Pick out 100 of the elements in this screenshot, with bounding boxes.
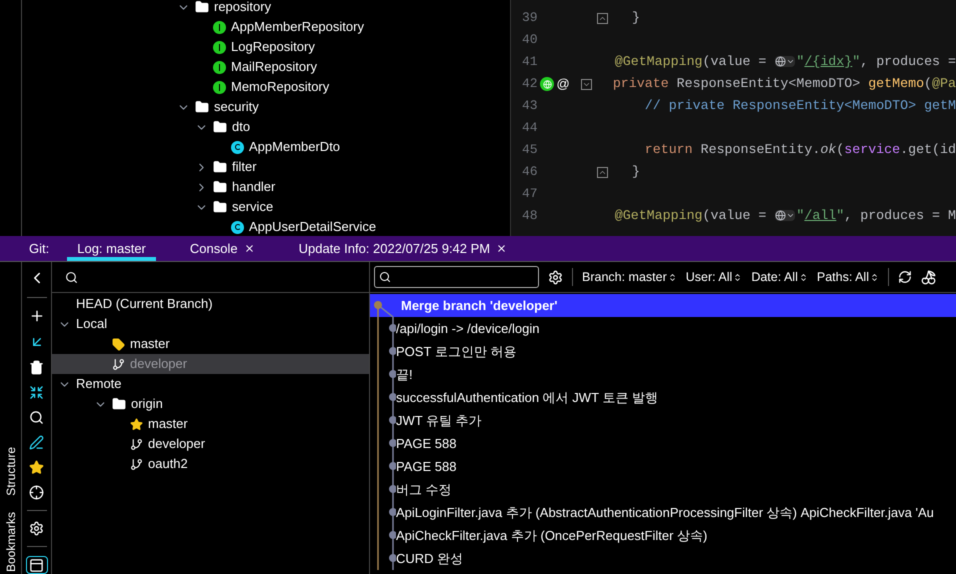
commit-row[interactable]: ApiCheckFilter.java 추가 (OncePerRequestFilter 상속) bbox=[370, 524, 956, 547]
line-number: 39 bbox=[521, 9, 539, 28]
code-line: @GetMapping(value = "/{idx}", produces = bbox=[614, 53, 956, 72]
line-number: 48 bbox=[521, 207, 539, 226]
class-icon bbox=[231, 140, 244, 154]
branch-icon bbox=[130, 458, 143, 470]
star-icon bbox=[130, 418, 143, 430]
filter-dropdown[interactable]: Date: All bbox=[751, 268, 808, 286]
line-number: 47 bbox=[521, 185, 539, 204]
branch-row[interactable]: oauth2 bbox=[52, 454, 369, 474]
commit-row[interactable]: POST 로그인만 허용 bbox=[370, 340, 956, 363]
package-folder-icon bbox=[195, 100, 209, 114]
fold-icon[interactable] bbox=[596, 166, 608, 178]
tab[interactable]: Console bbox=[180, 236, 265, 261]
commit-row[interactable]: PAGE 588 bbox=[370, 455, 956, 478]
globe-icon[interactable] bbox=[775, 210, 796, 222]
commit-row[interactable]: /api/login -> /device/login bbox=[370, 317, 956, 340]
tool-window-label: Git: bbox=[29, 240, 50, 258]
filter-dropdown[interactable]: Branch: master bbox=[582, 268, 677, 286]
add-icon[interactable] bbox=[28, 308, 44, 324]
tree-item[interactable]: MemoRepository bbox=[231, 77, 330, 97]
class-icon bbox=[231, 220, 244, 234]
line-number: 44 bbox=[521, 119, 539, 138]
settings-icon[interactable] bbox=[548, 270, 563, 284]
line-number: 42 bbox=[521, 75, 539, 94]
tree-item[interactable]: repository bbox=[214, 0, 272, 17]
code-line: @GetMapping(value = "/all", produces = M bbox=[614, 207, 956, 226]
tree-item[interactable]: AppUserDetailService bbox=[249, 217, 376, 236]
commit-row[interactable]: JWT 유틸 추가 bbox=[370, 409, 956, 432]
side-stripe-tab[interactable]: Bookmarks bbox=[4, 512, 18, 572]
branch-icon bbox=[130, 438, 143, 450]
interface-icon bbox=[213, 20, 226, 34]
branch-row[interactable]: Remote bbox=[52, 374, 369, 394]
folder-icon bbox=[112, 397, 126, 411]
star-icon[interactable] bbox=[29, 460, 44, 475]
commit-row[interactable]: ApiLoginFilter.java 추가 (AbstractAuthenticationProcessingFilter 상속) ApiCheckFilter.java 'Au bbox=[370, 501, 956, 524]
commit-row[interactable]: 끝! bbox=[370, 363, 956, 386]
tab[interactable]: Update Info: 2022/07/25 9:42 PM bbox=[288, 236, 518, 261]
search-icon bbox=[379, 271, 391, 283]
package-folder-icon bbox=[213, 160, 227, 174]
settings-icon[interactable] bbox=[29, 520, 44, 536]
crosshair-icon[interactable] bbox=[29, 484, 44, 500]
tree-item[interactable]: service bbox=[232, 197, 274, 217]
branch-row[interactable]: Local bbox=[52, 314, 369, 334]
commit-row[interactable]: Merge branch 'developer' bbox=[370, 294, 956, 317]
up-down-icon bbox=[870, 272, 879, 282]
line-number: 43 bbox=[521, 97, 539, 116]
fold-icon[interactable] bbox=[581, 78, 592, 90]
interface-icon bbox=[213, 40, 226, 54]
line-number: 41 bbox=[521, 53, 539, 72]
tree-item[interactable]: dto bbox=[232, 117, 250, 137]
layout-icon[interactable] bbox=[26, 556, 48, 574]
compare-arrows-icon[interactable] bbox=[29, 384, 44, 400]
side-stripe-tab[interactable]: Structure bbox=[4, 447, 18, 496]
branch-row[interactable]: HEAD (Current Branch) bbox=[52, 294, 369, 314]
refresh-icon[interactable] bbox=[898, 270, 912, 284]
code-line: // private ResponseEntity<MemoDTO> getM bbox=[644, 97, 956, 116]
line-number: 40 bbox=[521, 31, 539, 50]
branch-row[interactable]: developer bbox=[52, 354, 369, 374]
close-icon[interactable] bbox=[496, 243, 508, 254]
tree-item[interactable]: MailRepository bbox=[231, 57, 317, 77]
tag-icon bbox=[112, 338, 125, 350]
commit-row[interactable]: PAGE 588 bbox=[370, 432, 956, 455]
cherry-icon[interactable] bbox=[921, 270, 936, 284]
branch-row[interactable]: master bbox=[52, 414, 369, 434]
search-icon bbox=[65, 270, 78, 284]
close-icon[interactable] bbox=[244, 243, 255, 254]
interface-icon bbox=[213, 60, 226, 74]
tree-item[interactable]: handler bbox=[232, 177, 276, 197]
commit-row[interactable]: CURD 완성 bbox=[370, 547, 956, 570]
interface-icon bbox=[213, 80, 226, 94]
tree-item[interactable]: AppMemberDto bbox=[249, 137, 340, 157]
fold-icon[interactable] bbox=[596, 12, 608, 24]
tree-item[interactable]: security bbox=[214, 97, 259, 117]
up-down-icon bbox=[798, 272, 808, 282]
branch-row[interactable]: developer bbox=[52, 434, 369, 454]
filter-dropdown[interactable]: Paths: All bbox=[816, 268, 879, 286]
code-line: } bbox=[632, 163, 640, 182]
delete-icon[interactable] bbox=[29, 360, 44, 375]
commit-row[interactable]: 버그 수정 bbox=[370, 478, 956, 501]
up-down-icon bbox=[733, 272, 742, 282]
log-search-field[interactable] bbox=[374, 266, 539, 288]
pencil-icon[interactable] bbox=[29, 434, 44, 450]
code-line: private ResponseEntity<MemoDTO> getMemo(@Pa bbox=[612, 75, 956, 94]
line-number: 45 bbox=[521, 141, 539, 160]
search-icon[interactable] bbox=[29, 410, 44, 425]
package-folder-icon bbox=[213, 200, 227, 214]
tree-item[interactable]: filter bbox=[232, 157, 257, 177]
package-folder-icon bbox=[195, 0, 209, 14]
filter-dropdown[interactable]: User: All bbox=[686, 268, 742, 286]
commit-row[interactable]: successfulAuthentication 에서 JWT 토큰 발행 bbox=[370, 386, 956, 409]
package-folder-icon bbox=[213, 120, 227, 134]
branch-row[interactable]: master bbox=[52, 334, 369, 354]
line-number: 46 bbox=[521, 163, 539, 182]
branch-row[interactable]: origin bbox=[52, 394, 369, 414]
endpoint-icon[interactable] bbox=[540, 77, 554, 91]
gutter-mark[interactable]: @ bbox=[556, 74, 570, 94]
tree-item[interactable]: LogRepository bbox=[231, 37, 315, 57]
tree-item[interactable]: AppMemberRepository bbox=[231, 17, 364, 37]
globe-icon[interactable] bbox=[775, 56, 796, 68]
